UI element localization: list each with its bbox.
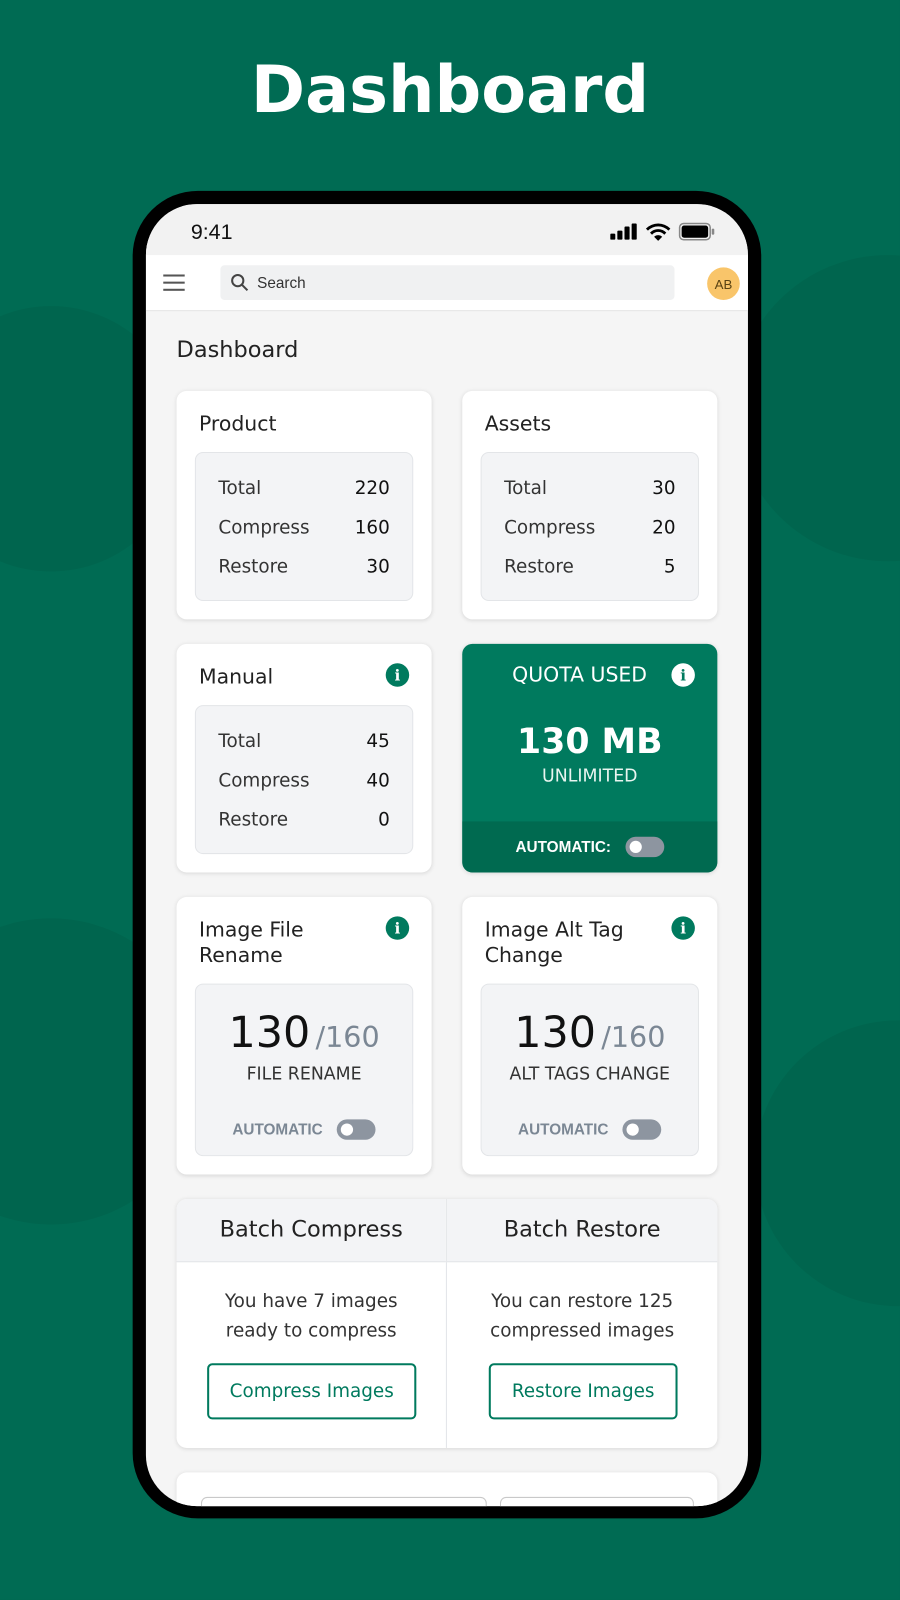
quota-value: 130 MB (517, 721, 663, 763)
stat-row: Total 220 (218, 478, 389, 499)
stat-row: Total 45 (218, 731, 389, 752)
stat-label: Compress (218, 517, 310, 539)
batch-restore-title: Batch Restore (446, 1198, 718, 1263)
phone-frame: 9:41 Search AB Dashboard Product Total 22… (132, 190, 762, 1519)
alt-count: 130 /160 (482, 1007, 698, 1057)
automatic-toggle[interactable] (622, 1119, 662, 1140)
stat-value: 160 (354, 517, 390, 539)
card-title: Product (198, 411, 277, 436)
automatic-label: AUTOMATIC (232, 1120, 323, 1139)
quota-card: QUOTA USED i 130 MB UNLIMITED AUTOMATIC: (462, 643, 718, 873)
next-card-box (499, 1496, 694, 1507)
search-input[interactable]: Search (220, 265, 675, 300)
next-card-box (201, 1496, 487, 1507)
automatic-strip: AUTOMATIC (481, 1104, 698, 1156)
batch-compress-text: You have 7 images ready to compress (224, 1290, 398, 1342)
status-bar: 9:41 (145, 204, 748, 256)
file-rename-card: Image File Rename i 130 /160 FILE RENAME… (176, 896, 432, 1175)
stage: Dashboard 9:41 Search AB Dashboard Produ… (0, 0, 900, 1600)
batch-restore: Batch Restore You can restore 125 compre… (446, 1198, 718, 1448)
count-total: /160 (315, 1020, 380, 1055)
automatic-label: AUTOMATIC (518, 1120, 609, 1139)
automatic-toggle[interactable] (337, 1119, 376, 1140)
batch-compress-title: Batch Compress (176, 1198, 446, 1263)
assets-card: Assets Total 30 Compress 20 Restore 5 (462, 390, 718, 620)
page-title: Dashboard (176, 337, 299, 364)
automatic-label: AUTOMATIC: (515, 838, 612, 856)
stats-box: Total 45 Compress 40 Restore 0 (194, 705, 414, 855)
stat-value: 0 (378, 809, 390, 831)
stat-row: Restore 0 (218, 809, 389, 830)
info-icon[interactable]: i (671, 663, 695, 687)
alt-tag-card: Image Alt Tag Change i 130 /160 ALT TAGS… (462, 896, 718, 1175)
battery-icon (678, 222, 715, 241)
search-icon (231, 273, 249, 292)
stat-label: Compress (218, 770, 310, 792)
stat-row: Compress 160 (218, 517, 389, 538)
info-icon[interactable]: i (671, 916, 695, 940)
restore-images-button[interactable]: Restore Images (488, 1363, 678, 1420)
stats-box: 130 /160 FILE RENAME AUTOMATIC (194, 983, 414, 1157)
stat-label: Total (504, 477, 547, 499)
compress-images-button[interactable]: Compress Images (207, 1363, 417, 1420)
product-card: Product Total 220 Compress 160 Restore 30 (176, 390, 432, 620)
signal-icon (610, 223, 637, 240)
batch-compress: Batch Compress You have 7 images ready t… (176, 1198, 447, 1448)
stat-value: 220 (354, 477, 390, 499)
bg-decoration (755, 1020, 900, 1307)
manual-card: Manual i Total 45 Compress 40 Restore 0 (176, 643, 432, 873)
stat-label: Total (218, 477, 262, 499)
stat-row: Total 30 (504, 478, 675, 499)
count-value: 130 (228, 1007, 311, 1058)
info-icon[interactable]: i (385, 663, 410, 687)
count-label: ALT TAGS CHANGE (509, 1064, 671, 1085)
stat-value: 40 (366, 770, 390, 792)
stat-label: Restore (218, 556, 289, 578)
count-label: FILE RENAME (246, 1064, 362, 1085)
stat-row: Compress 40 (218, 770, 389, 791)
menu-icon[interactable] (163, 274, 185, 291)
automatic-strip: AUTOMATIC: (462, 821, 718, 873)
batch-restore-text: You can restore 125 compressed images (490, 1290, 675, 1342)
quota-subtitle: UNLIMITED (542, 766, 638, 787)
automatic-strip: AUTOMATIC (195, 1104, 413, 1156)
stat-value: 5 (663, 556, 676, 578)
stat-row: Compress 20 (504, 517, 675, 538)
card-title: Assets (484, 411, 552, 436)
stat-value: 30 (652, 477, 676, 499)
next-card (176, 1472, 718, 1507)
rename-count: 130 /160 (196, 1007, 412, 1057)
count-value: 130 (514, 1007, 597, 1058)
avatar[interactable]: AB (707, 267, 740, 300)
count-total: /160 (601, 1020, 666, 1055)
stat-row: Restore 5 (504, 556, 675, 577)
stat-label: Restore (218, 809, 289, 831)
stat-value: 30 (366, 556, 390, 578)
stats-box: Total 30 Compress 20 Restore 5 (480, 452, 699, 602)
stat-label: Total (218, 730, 262, 753)
stat-value: 20 (652, 517, 676, 539)
stats-box: Total 220 Compress 160 Restore 30 (194, 452, 414, 602)
wifi-icon (645, 222, 671, 241)
card-title: Image Alt Tag Change (484, 917, 624, 968)
card-title: Manual (198, 664, 274, 689)
stat-value: 45 (366, 730, 390, 753)
card-title: Image File Rename (198, 917, 304, 968)
automatic-toggle[interactable] (625, 836, 665, 858)
batch-card: Batch Compress You have 7 images ready t… (176, 1198, 718, 1448)
banner-title: Dashboard (250, 53, 650, 129)
phone-screen: 9:41 Search AB Dashboard Product Total 22… (145, 204, 748, 1507)
search-placeholder: Search (257, 273, 306, 292)
stat-row: Restore 30 (218, 556, 389, 577)
stats-box: 130 /160 ALT TAGS CHANGE AUTOMATIC (480, 983, 699, 1157)
status-time: 9:41 (190, 220, 233, 244)
stat-label: Compress (504, 517, 596, 539)
stat-label: Restore (504, 556, 574, 578)
info-icon[interactable]: i (385, 916, 410, 940)
top-app-bar: Search AB (145, 255, 748, 312)
